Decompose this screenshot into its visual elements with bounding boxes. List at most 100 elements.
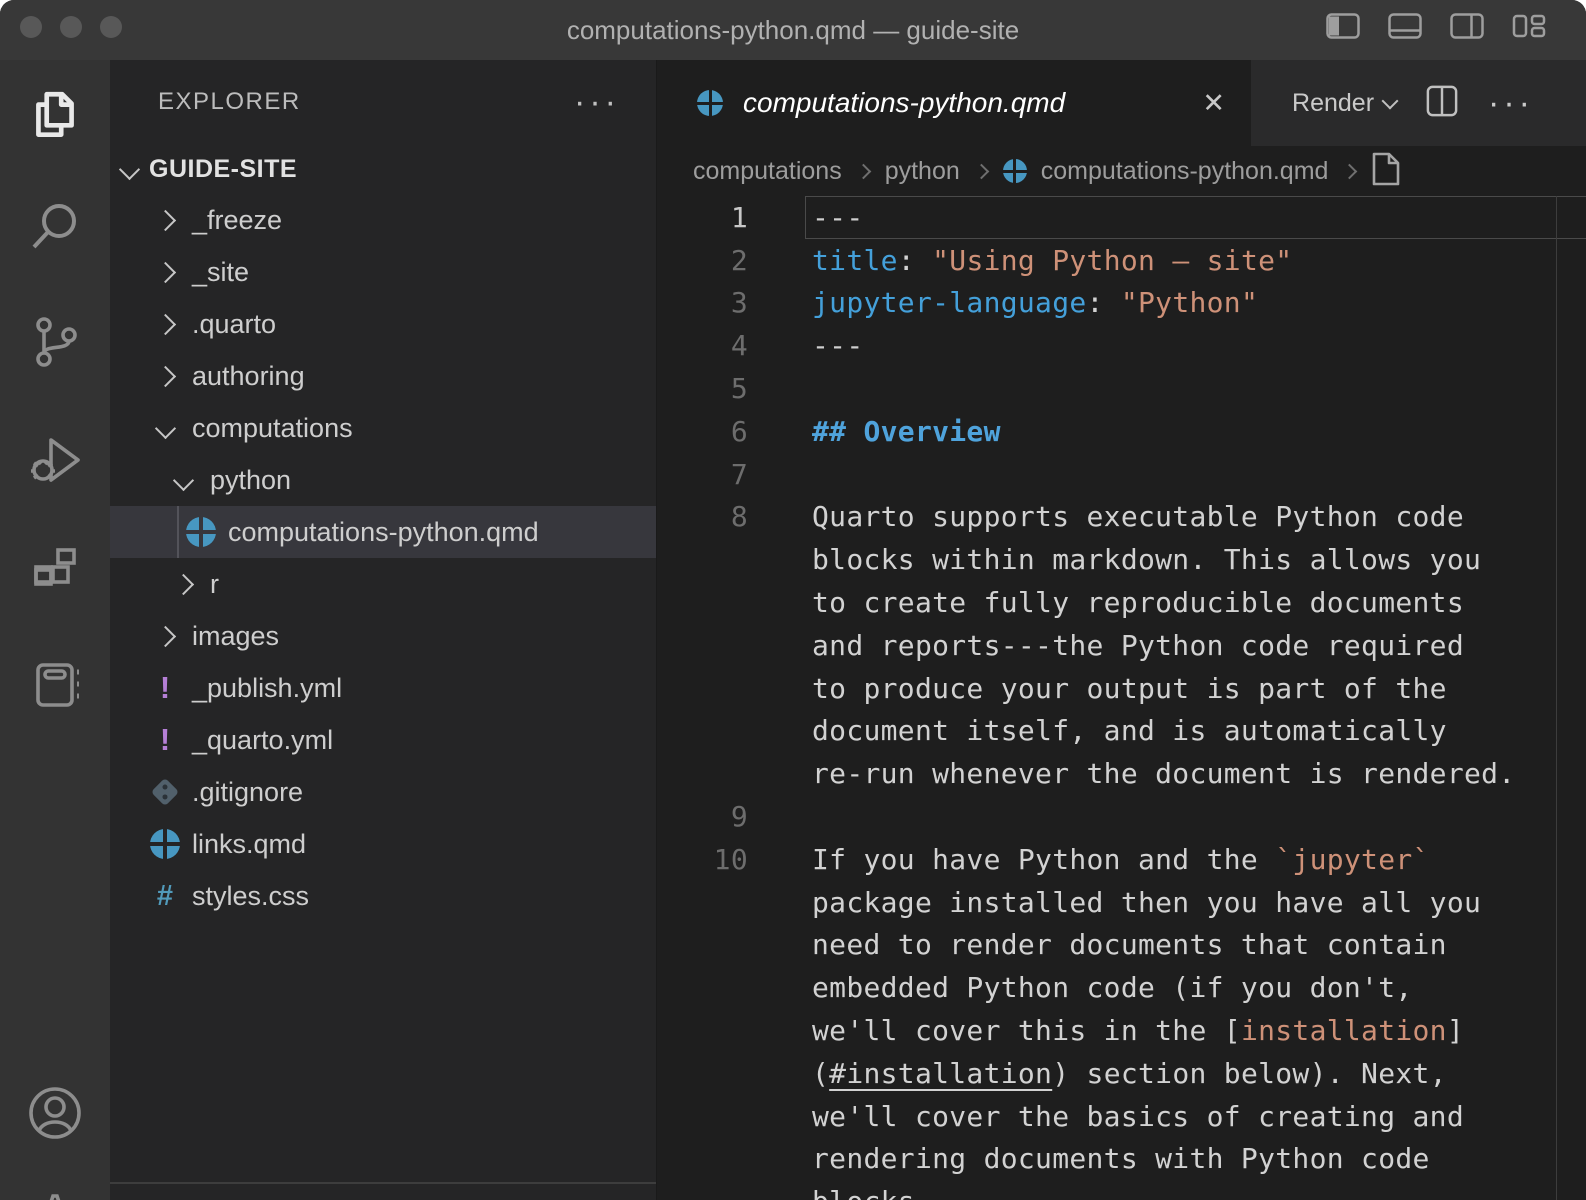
run-and-debug-icon[interactable]	[0, 430, 110, 488]
tree-item-computations[interactable]: computations	[110, 402, 656, 454]
code-line[interactable]: need to render documents that contain	[657, 924, 1586, 967]
line-number: 9	[657, 800, 748, 833]
code-text: blocks within markdown. This allows you	[748, 543, 1481, 576]
titlebar-layout-controls	[1326, 13, 1546, 39]
tree-item--gitignore[interactable]: .gitignore	[110, 766, 656, 818]
code-line[interactable]: rendering documents with Python code	[657, 1138, 1586, 1181]
code-text: If you have Python and the `jupyter`	[748, 843, 1430, 876]
customize-layout-icon[interactable]	[1512, 13, 1546, 39]
search-icon[interactable]	[0, 200, 110, 254]
git-file-icon	[151, 778, 179, 806]
tree-item-styles-css[interactable]: #styles.css	[110, 870, 656, 922]
render-button[interactable]: Render	[1292, 89, 1396, 118]
toggle-primary-sidebar-icon[interactable]	[1326, 13, 1360, 39]
breadcrumb-item-python[interactable]: python	[885, 157, 960, 186]
zoom-window-button[interactable]	[100, 16, 122, 38]
code-line[interactable]: 5	[657, 367, 1586, 410]
tree-item-r[interactable]: r	[110, 558, 656, 610]
code-text: ---	[748, 201, 863, 234]
code-text: package installed then you have all you	[748, 886, 1481, 919]
tree-root-guide-site[interactable]: GUIDE-SITE	[110, 146, 656, 192]
tree-item-links-qmd[interactable]: links.qmd	[110, 818, 656, 870]
minimize-window-button[interactable]	[60, 16, 82, 38]
code-line[interactable]: embedded Python code (if you don't,	[657, 966, 1586, 1009]
file-tree: _freeze_site.quartoauthoringcomputations…	[110, 194, 656, 922]
code-line[interactable]: to create fully reproducible documents	[657, 581, 1586, 624]
line-number: 7	[657, 458, 748, 491]
tree-item--freeze[interactable]: _freeze	[110, 194, 656, 246]
code-line[interactable]: re-run whenever the document is rendered…	[657, 752, 1586, 795]
code-line[interactable]: blocks.	[657, 1180, 1586, 1200]
code-text: re-run whenever the document is rendered…	[748, 757, 1515, 790]
sidebar-more-actions-icon[interactable]: ···	[574, 92, 620, 112]
chevron-right-icon	[154, 625, 175, 646]
code-line[interactable]: package installed then you have all you	[657, 881, 1586, 924]
chevron-right-icon	[154, 365, 175, 386]
main-area: EXPLORER ··· GUIDE-SITE _freeze_site.qua…	[0, 60, 1586, 1200]
code-line[interactable]: 6## Overview	[657, 410, 1586, 453]
code-line[interactable]: 3jupyter-language: "Python"	[657, 282, 1586, 325]
code-line[interactable]: we'll cover the basics of creating and	[657, 1095, 1586, 1138]
code-text: Quarto supports executable Python code	[748, 500, 1464, 533]
titlebar: computations-python.qmd — guide-site	[0, 0, 1586, 60]
account-icon[interactable]	[0, 1084, 110, 1142]
tab-label: computations-python.qmd	[743, 87, 1065, 119]
code-line[interactable]: 10If you have Python and the `jupyter`	[657, 838, 1586, 881]
outline-header[interactable]: OUTLINE	[110, 1184, 656, 1200]
code-line[interactable]: 4---	[657, 324, 1586, 367]
folder-chevron	[168, 567, 198, 601]
tree-item--quarto-yml[interactable]: !_quarto.yml	[110, 714, 656, 766]
explorer-sidebar: EXPLORER ··· GUIDE-SITE _freeze_site.qua…	[110, 60, 656, 1200]
tree-item--site[interactable]: _site	[110, 246, 656, 298]
chevron-right-icon	[973, 163, 989, 179]
toggle-panel-icon[interactable]	[1388, 13, 1422, 39]
toggle-secondary-sidebar-icon[interactable]	[1450, 13, 1484, 39]
code-line[interactable]: 9	[657, 795, 1586, 838]
notebook-icon[interactable]	[0, 657, 110, 713]
code-editor[interactable]: 1---2title: "Using Python — site"3jupyte…	[657, 196, 1586, 1200]
folder-chevron	[150, 411, 180, 445]
code-line[interactable]: 1---	[657, 196, 1586, 239]
code-line[interactable]: we'll cover this in the [installation]	[657, 1009, 1586, 1052]
tree-item--quarto[interactable]: .quarto	[110, 298, 656, 350]
tab-computations-python[interactable]: computations-python.qmd ✕	[657, 60, 1251, 146]
code-line[interactable]: and reports---the Python code required	[657, 624, 1586, 667]
tree-item-computations-python-qmd[interactable]: computations-python.qmd	[110, 506, 656, 558]
code-text: to create fully reproducible documents	[748, 586, 1464, 619]
line-number: 2	[657, 244, 748, 277]
split-editor-icon[interactable]	[1426, 85, 1458, 122]
explorer-icon[interactable]	[0, 87, 110, 145]
tree-item-label: r	[210, 569, 219, 600]
settings-gear-icon[interactable]	[0, 1194, 110, 1200]
line-number: 3	[657, 286, 748, 319]
code-line[interactable]: 7	[657, 453, 1586, 496]
source-control-icon[interactable]	[0, 314, 110, 370]
folder-chevron	[168, 463, 198, 497]
code-line[interactable]: 8Quarto supports executable Python code	[657, 496, 1586, 539]
chevron-right-icon	[1342, 163, 1358, 179]
code-line[interactable]: document itself, and is automatically	[657, 710, 1586, 753]
more-actions-icon[interactable]: ···	[1488, 93, 1534, 113]
tree-item--publish-yml[interactable]: !_publish.yml	[110, 662, 656, 714]
breadcrumb-item-file[interactable]: computations-python.qmd	[1041, 157, 1329, 186]
code-line[interactable]: (#installation) section below). Next,	[657, 1052, 1586, 1095]
tree-item-python[interactable]: python	[110, 454, 656, 506]
tree-item-label: _site	[192, 257, 249, 288]
code-text: and reports---the Python code required	[748, 629, 1464, 662]
tree-item-label: _quarto.yml	[192, 725, 333, 756]
document-symbol-icon	[1371, 152, 1401, 191]
code-line[interactable]: blocks within markdown. This allows you	[657, 538, 1586, 581]
code-text: title: "Using Python — site"	[748, 244, 1292, 277]
chevron-right-icon	[172, 573, 193, 594]
code-line[interactable]: to produce your output is part of the	[657, 667, 1586, 710]
folder-chevron	[150, 255, 180, 289]
close-window-button[interactable]	[20, 16, 42, 38]
tree-item-images[interactable]: images	[110, 610, 656, 662]
tree-item-authoring[interactable]: authoring	[110, 350, 656, 402]
code-line[interactable]: 2title: "Using Python — site"	[657, 239, 1586, 282]
code-text: to produce your output is part of the	[748, 672, 1447, 705]
breadcrumb-item-computations[interactable]: computations	[693, 157, 842, 186]
close-tab-icon[interactable]: ✕	[1202, 90, 1225, 117]
extensions-icon[interactable]	[0, 542, 110, 598]
tree-item-label: .gitignore	[192, 777, 303, 808]
